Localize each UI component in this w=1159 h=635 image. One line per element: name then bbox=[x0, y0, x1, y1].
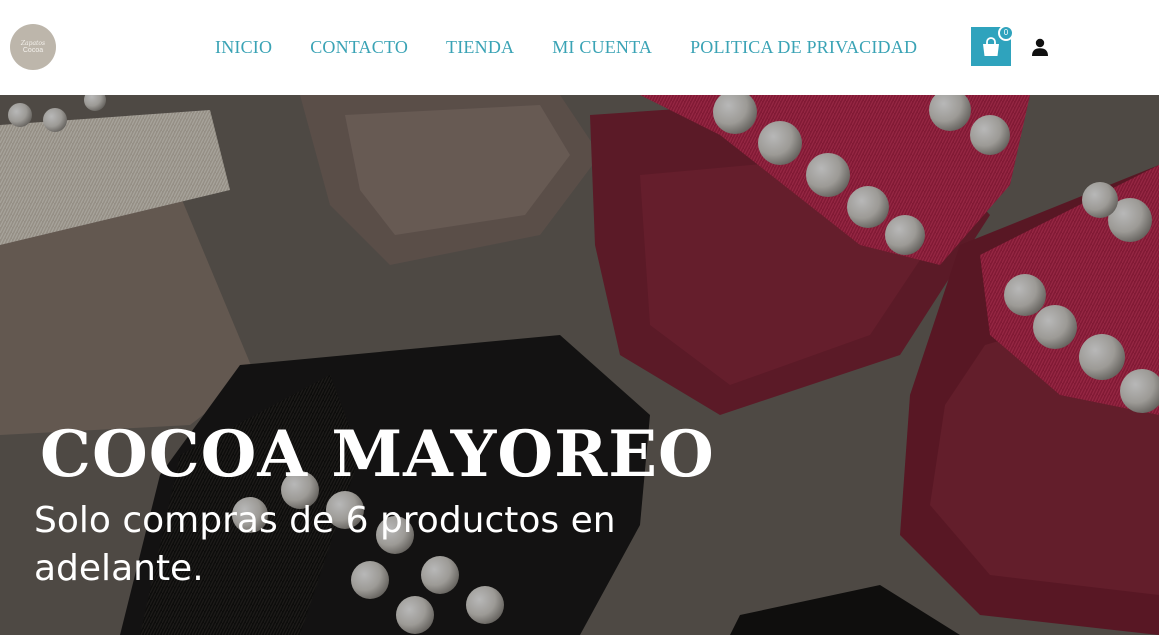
logo-line-2: Cocoa bbox=[22, 46, 44, 54]
main-navigation: INICIO CONTACTO TIENDA MI CUENTA POLITIC… bbox=[215, 35, 917, 59]
nav-item-mi-cuenta[interactable]: MI CUENTA bbox=[552, 35, 652, 59]
site-header: Zapatos Cocoa INICIO CONTACTO TIENDA MI … bbox=[0, 0, 1159, 95]
hero-banner: COCOA MAYOREO Solo compras de 6 producto… bbox=[0, 95, 1159, 635]
nav-item-inicio[interactable]: INICIO bbox=[215, 35, 272, 59]
nav-item-tienda[interactable]: TIENDA bbox=[446, 35, 514, 59]
account-button[interactable] bbox=[1030, 36, 1050, 58]
shopping-bag-icon bbox=[983, 36, 999, 56]
cart-count-badge: 0 bbox=[998, 25, 1014, 41]
hero-subtitle: Solo compras de 6 productos en adelante. bbox=[34, 500, 616, 589]
logo-line-1: Zapatos bbox=[20, 39, 46, 47]
user-icon bbox=[1032, 38, 1048, 56]
site-logo[interactable]: Zapatos Cocoa bbox=[10, 24, 56, 70]
hero-title: COCOA MAYOREO bbox=[40, 417, 715, 492]
nav-item-politica-de-privacidad[interactable]: POLITICA DE PRIVACIDAD bbox=[690, 35, 917, 59]
nav-item-contacto[interactable]: CONTACTO bbox=[310, 35, 408, 59]
